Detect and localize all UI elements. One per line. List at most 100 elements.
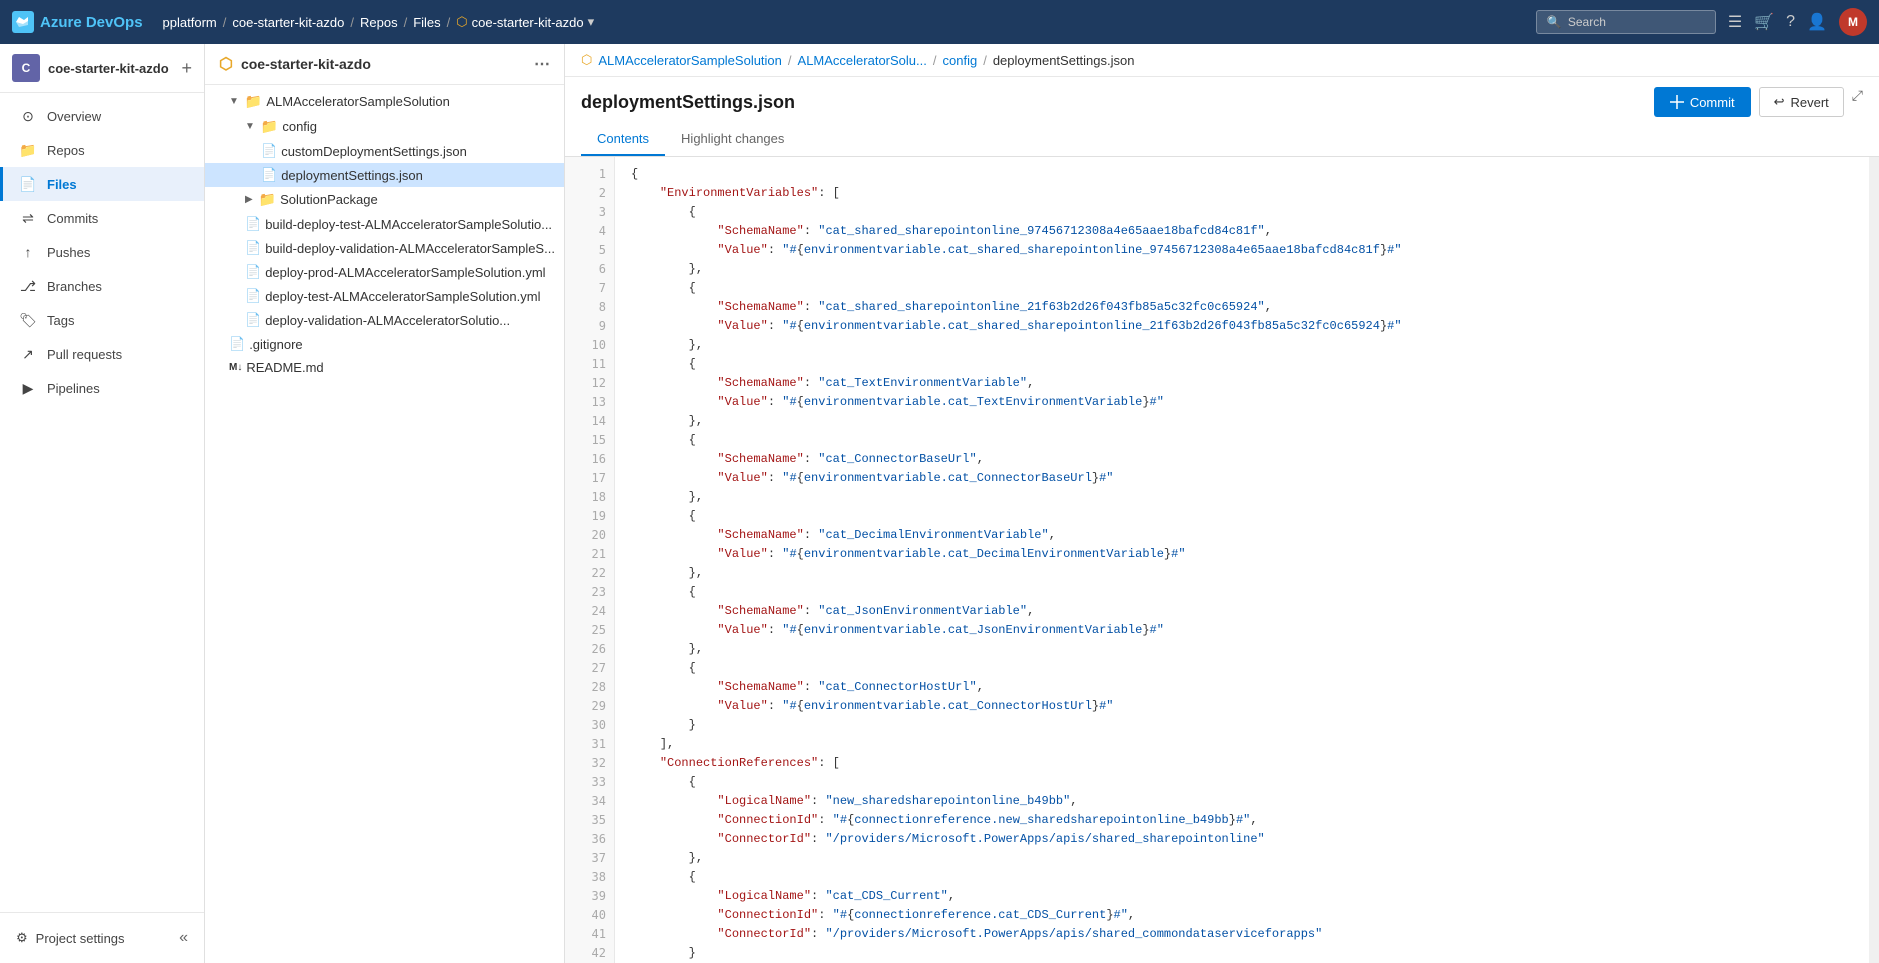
line-numbers: 1234567891011121314151617181920212223242…: [565, 157, 615, 963]
repo-name: coe-starter-kit-azdo: [241, 56, 371, 72]
sidebar-item-overview[interactable]: ⊙ Overview: [0, 99, 204, 133]
pushes-icon: ↑: [19, 243, 37, 261]
file-icon: 📄: [245, 216, 261, 232]
tree-folder-config[interactable]: ▼ 📁 config: [205, 114, 564, 139]
editor-panel: ⬡ ALMAcceleratorSampleSolution / ALMAcce…: [565, 44, 1879, 963]
tree-file-deploy-validation[interactable]: 📄 deploy-validation-ALMAcceleratorSoluti…: [205, 308, 564, 332]
sidebar-item-branches[interactable]: ⎇ Branches: [0, 269, 204, 303]
file-icon: 📄: [245, 288, 261, 304]
expand-button[interactable]: ⤢: [1852, 87, 1863, 117]
overview-icon: ⊙: [19, 107, 37, 125]
chevron-right-icon: ▶: [245, 194, 253, 205]
sidebar-item-pushes[interactable]: ↑ Pushes: [0, 235, 204, 269]
list-icon[interactable]: ☰: [1728, 12, 1742, 32]
main-layout: C coe-starter-kit-azdo + ⊙ Overview 📁 Re…: [0, 44, 1879, 963]
file-icon: 📄: [245, 312, 261, 328]
editor-breadcrumb-folder1[interactable]: ALMAcceleratorSolu...: [798, 53, 927, 68]
editor-tabs: Contents Highlight changes: [565, 123, 1879, 157]
commit-icon: [1670, 95, 1684, 109]
sidebar-item-commits[interactable]: ⇌ Commits: [0, 201, 204, 235]
breadcrumb-current[interactable]: ⬡ coe-starter-kit-azdo ▾: [456, 14, 594, 30]
org-avatar: C: [12, 54, 40, 82]
logo-icon: [12, 11, 34, 33]
search-bar[interactable]: 🔍 Search: [1536, 10, 1716, 34]
commits-icon: ⇌: [19, 209, 37, 227]
breadcrumb-files[interactable]: Files: [413, 15, 440, 30]
cart-icon[interactable]: 🛒: [1754, 12, 1774, 32]
editor-breadcrumb-file: deploymentSettings.json: [993, 53, 1135, 68]
chevron-down-icon: ▼: [229, 96, 239, 107]
revert-icon: ↩: [1774, 94, 1785, 110]
tree-folder-alm[interactable]: ▼ 📁 ALMAcceleratorSampleSolution: [205, 89, 564, 114]
org-name: coe-starter-kit-azdo: [48, 61, 169, 76]
repos-icon: 📁: [19, 141, 37, 159]
breadcrumb-repos[interactable]: Repos: [360, 15, 398, 30]
sidebar-nav: ⊙ Overview 📁 Repos 📄 Files ⇌ Commits ↑: [0, 93, 204, 912]
pipelines-icon: ▶: [19, 379, 37, 397]
file-icon: 📄: [245, 240, 261, 256]
folder-icon: 📁: [261, 118, 278, 135]
file-icon: 📄: [261, 167, 277, 183]
top-nav: Azure DevOps pplatform / coe-starter-kit…: [0, 0, 1879, 44]
pull-requests-icon: ↗: [19, 345, 37, 363]
code-area[interactable]: { "EnvironmentVariables": [ { "SchemaNam…: [615, 157, 1869, 963]
file-tree-panel: ⬡ coe-starter-kit-azdo ⋯ ▼ 📁 ALMAccelera…: [205, 44, 565, 963]
tab-contents[interactable]: Contents: [581, 123, 665, 156]
file-icon: 📄: [245, 264, 261, 280]
sidebar-item-repos[interactable]: 📁 Repos: [0, 133, 204, 167]
breadcrumb-repo[interactable]: coe-starter-kit-azdo: [232, 15, 344, 30]
tree-file-gitignore[interactable]: 📄 .gitignore: [205, 332, 564, 356]
editor-content: 1234567891011121314151617181920212223242…: [565, 157, 1879, 963]
editor-title-bar: deploymentSettings.json Commit ↩ Revert …: [565, 77, 1879, 123]
project-settings-item[interactable]: ⚙ Project settings «: [16, 923, 188, 953]
tags-icon: 🏷: [19, 311, 37, 329]
breadcrumb-pplatform[interactable]: pplatform: [163, 15, 217, 30]
search-icon: 🔍: [1547, 15, 1562, 29]
breadcrumb: pplatform / coe-starter-kit-azdo / Repos…: [163, 14, 595, 30]
tree-file-custom-deployment[interactable]: 📄 customDeploymentSettings.json: [205, 139, 564, 163]
editor-breadcrumb: ⬡ ALMAcceleratorSampleSolution / ALMAcce…: [565, 44, 1879, 77]
tree-file-readme[interactable]: M↓ README.md: [205, 356, 564, 379]
folder-icon: 📁: [245, 93, 262, 110]
tree-file-build-deploy-test[interactable]: 📄 build-deploy-test-ALMAcceleratorSample…: [205, 212, 564, 236]
editor-actions: Commit ↩ Revert ⤢: [1654, 87, 1863, 117]
top-nav-actions: ☰ 🛒 ? 👤 M: [1728, 8, 1867, 36]
file-icon: M↓: [229, 362, 242, 373]
azure-devops-logo[interactable]: Azure DevOps: [12, 11, 143, 33]
settings-icon: ⚙: [16, 930, 28, 946]
scrollbar-track[interactable]: [1869, 157, 1879, 963]
branches-icon: ⎇: [19, 277, 37, 295]
tree-file-deploy-prod[interactable]: 📄 deploy-prod-ALMAcceleratorSampleSoluti…: [205, 260, 564, 284]
commit-button[interactable]: Commit: [1654, 87, 1751, 117]
file-icon: 📄: [261, 143, 277, 159]
tree-folder-solution-package[interactable]: ▶ 📁 SolutionPackage: [205, 187, 564, 212]
tree-file-deployment-settings[interactable]: 📄 deploymentSettings.json: [205, 163, 564, 187]
file-tree-header: ⬡ coe-starter-kit-azdo ⋯: [205, 44, 564, 85]
folder-icon: 📁: [259, 191, 276, 208]
app-container: Azure DevOps pplatform / coe-starter-kit…: [0, 0, 1879, 963]
collapse-icon[interactable]: «: [179, 929, 188, 947]
sidebar-org: C coe-starter-kit-azdo +: [0, 44, 204, 93]
chevron-down-icon: ▼: [245, 121, 255, 132]
logo-text: Azure DevOps: [40, 14, 143, 31]
sidebar-item-pipelines[interactable]: ▶ Pipelines: [0, 371, 204, 405]
editor-filename: deploymentSettings.json: [581, 92, 1654, 113]
files-icon: 📄: [19, 175, 37, 193]
tab-highlight-changes[interactable]: Highlight changes: [665, 123, 800, 156]
avatar[interactable]: M: [1839, 8, 1867, 36]
repo-icon: ⬡: [219, 54, 233, 74]
sidebar-item-pull-requests[interactable]: ↗ Pull requests: [0, 337, 204, 371]
editor-breadcrumb-folder2[interactable]: config: [943, 53, 978, 68]
file-tree-body: ▼ 📁 ALMAcceleratorSampleSolution ▼ 📁 con…: [205, 85, 564, 963]
person-icon[interactable]: 👤: [1807, 12, 1827, 32]
tree-more-button[interactable]: ⋯: [534, 54, 550, 74]
sidebar-footer: ⚙ Project settings «: [0, 912, 204, 963]
tree-file-build-deploy-validation[interactable]: 📄 build-deploy-validation-ALMAccelerator…: [205, 236, 564, 260]
editor-breadcrumb-repo[interactable]: ALMAcceleratorSampleSolution: [598, 53, 782, 68]
add-project-button[interactable]: +: [181, 58, 192, 79]
sidebar-item-files[interactable]: 📄 Files: [0, 167, 204, 201]
revert-button[interactable]: ↩ Revert: [1759, 87, 1844, 117]
help-icon[interactable]: ?: [1786, 13, 1795, 31]
sidebar-item-tags[interactable]: 🏷 Tags: [0, 303, 204, 337]
tree-file-deploy-test[interactable]: 📄 deploy-test-ALMAcceleratorSampleSoluti…: [205, 284, 564, 308]
